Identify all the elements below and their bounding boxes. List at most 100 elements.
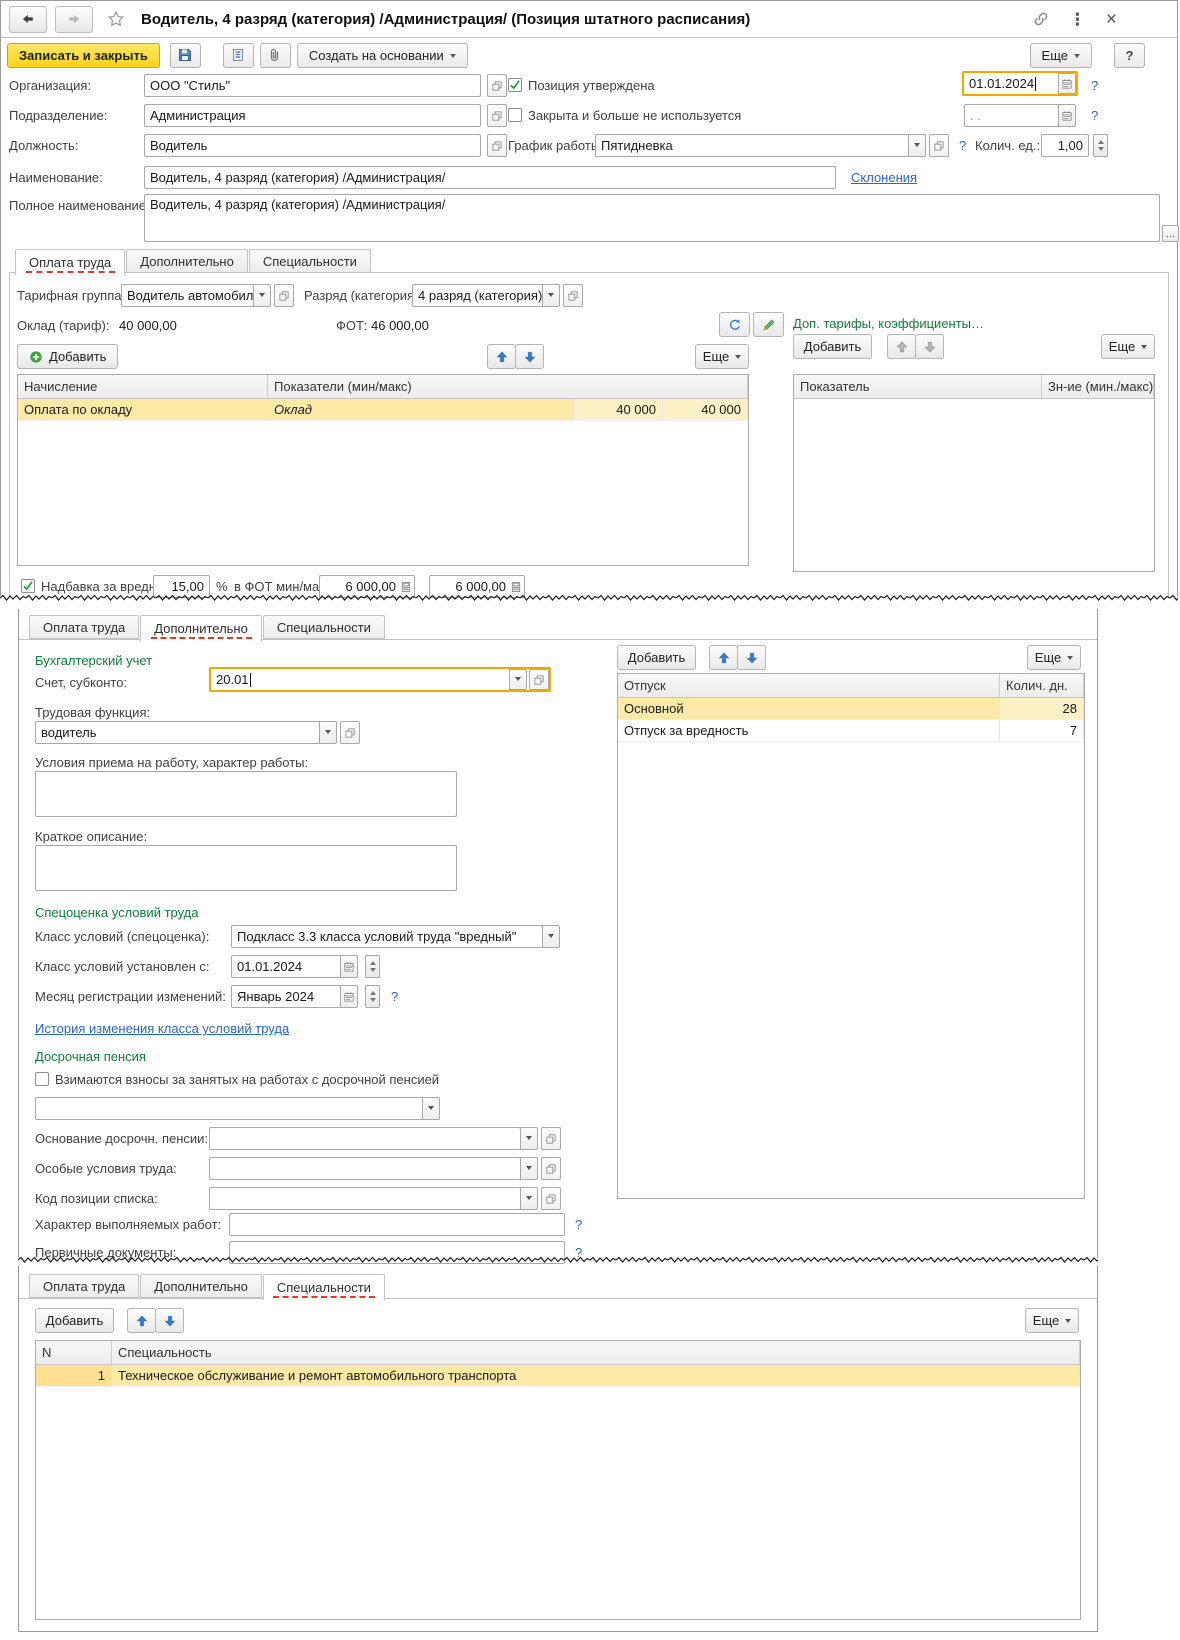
schedule-field[interactable]: Пятидневка xyxy=(595,134,949,157)
vacation-more-button[interactable]: Еще xyxy=(1027,645,1081,670)
table-row[interactable]: Оплата по окладу Оклад 40 000 40 000 xyxy=(18,399,748,421)
pension-basis-field[interactable] xyxy=(209,1127,561,1150)
special-conditions-field[interactable] xyxy=(209,1157,561,1180)
pension-checkbox[interactable] xyxy=(35,1072,49,1086)
job-function-value[interactable]: водитель xyxy=(35,721,320,744)
class-dropdown-button[interactable] xyxy=(542,925,560,948)
grade-open-button[interactable] xyxy=(563,284,583,307)
declensions-link[interactable]: Склонения xyxy=(851,170,917,185)
close-icon[interactable]: × xyxy=(1106,10,1117,29)
form-more-button[interactable]: Еще xyxy=(1029,42,1092,68)
short-description-textarea[interactable] xyxy=(35,845,457,891)
grade-field[interactable]: 4 разряд (категория) xyxy=(412,284,583,307)
vacations-table[interactable]: Отпуск Колич. дн. Основной 28 Отпуск за … xyxy=(617,673,1085,1199)
pension-kind-value[interactable] xyxy=(35,1097,423,1120)
closed-date-field[interactable]: . . xyxy=(964,104,1076,127)
closed-date-value[interactable]: . . xyxy=(964,104,1059,127)
tab-specialties[interactable]: Специальности xyxy=(248,249,371,273)
extra-tariffs-title[interactable]: Доп. тарифы, коэффициенты… xyxy=(793,316,984,331)
tab-pay[interactable]: Оплата труда xyxy=(15,249,126,275)
special-conditions-dropdown-button[interactable] xyxy=(520,1157,538,1180)
qty-field[interactable]: 1,00 xyxy=(1041,134,1089,157)
specialties-table[interactable]: N Специальность 1 Техническое обслуживан… xyxy=(35,1340,1081,1620)
class-field[interactable]: Подкласс 3.3 класса условий труда "вредн… xyxy=(231,925,560,948)
calculator-icon[interactable] xyxy=(510,581,522,593)
tab-pay[interactable]: Оплата труда xyxy=(29,615,140,639)
favorite-star-icon[interactable] xyxy=(107,10,125,28)
tariff-group-value[interactable]: Водитель автомобиля xyxy=(121,284,254,307)
table-row[interactable]: Отпуск за вредность 7 xyxy=(618,720,1084,742)
vacation-add-button[interactable]: Добавить xyxy=(617,645,696,670)
hazard-percent-field[interactable]: 15,00 xyxy=(153,575,210,598)
forward-button[interactable] xyxy=(55,5,93,33)
work-nature-field[interactable] xyxy=(229,1213,565,1236)
primary-docs-help-icon[interactable]: ? xyxy=(575,1245,582,1260)
col-days[interactable]: Колич. дн. xyxy=(1000,674,1084,697)
tab-additional[interactable]: Дополнительно xyxy=(140,1274,262,1298)
closed-checkbox[interactable] xyxy=(508,108,522,122)
closed-help-icon[interactable]: ? xyxy=(1091,108,1098,123)
dept-field[interactable]: Администрация xyxy=(144,104,481,127)
schedule-open-button[interactable] xyxy=(929,134,949,157)
list-position-code-dropdown-button[interactable] xyxy=(520,1187,538,1210)
position-field[interactable]: Водитель xyxy=(144,134,481,157)
position-open-button[interactable] xyxy=(487,134,507,157)
pension-kind-dropdown-button[interactable] xyxy=(422,1097,440,1120)
tab-additional[interactable]: Дополнительно xyxy=(140,615,262,641)
table-row[interactable]: Основной 28 xyxy=(618,698,1084,720)
extra-move-down-button[interactable] xyxy=(915,334,944,359)
related-documents-button[interactable] xyxy=(222,42,254,68)
edit-button[interactable] xyxy=(753,312,784,337)
work-nature-help-icon[interactable]: ? xyxy=(575,1217,582,1232)
class-history-link[interactable]: История изменения класса условий труда xyxy=(35,1021,289,1036)
primary-docs-field[interactable] xyxy=(229,1241,565,1264)
pension-basis-value[interactable] xyxy=(209,1127,521,1150)
col-indicator[interactable]: Показатель xyxy=(794,375,1042,398)
special-conditions-value[interactable] xyxy=(209,1157,521,1180)
org-open-button[interactable] xyxy=(487,74,507,97)
accrual-add-button[interactable]: Добавить xyxy=(17,344,119,369)
list-position-code-open-button[interactable] xyxy=(541,1187,561,1210)
grade-value[interactable]: 4 разряд (категория) xyxy=(412,284,543,307)
extra-tariffs-table[interactable]: Показатель Зн-ие (мин./макс) xyxy=(793,374,1155,572)
name-field[interactable]: Водитель, 4 разряд (категория) /Админист… xyxy=(144,166,836,189)
vacation-move-down-button[interactable] xyxy=(737,645,766,670)
employment-terms-textarea[interactable] xyxy=(35,771,457,817)
list-position-code-value[interactable] xyxy=(209,1187,521,1210)
special-conditions-open-button[interactable] xyxy=(541,1157,561,1180)
tariff-group-dropdown-button[interactable] xyxy=(253,284,271,307)
recalculate-button[interactable] xyxy=(719,312,750,337)
col-indicators[interactable]: Показатели (мин/макс) xyxy=(268,375,748,398)
create-from-button[interactable]: Создать на основании xyxy=(296,42,468,68)
specialty-move-down-button[interactable] xyxy=(155,1308,184,1333)
specialty-add-button[interactable]: Добавить xyxy=(35,1308,114,1333)
list-position-code-field[interactable] xyxy=(209,1187,561,1210)
tariff-group-field[interactable]: Водитель автомобиля xyxy=(121,284,294,307)
org-field[interactable]: ООО "Стиль" xyxy=(144,74,481,97)
attachments-button[interactable] xyxy=(259,42,291,68)
reg-month-value[interactable]: Январь 2024 xyxy=(231,985,341,1008)
accrual-more-button[interactable]: Еще xyxy=(695,344,749,369)
specialty-more-button[interactable]: Еще xyxy=(1025,1308,1079,1333)
col-name[interactable]: Специальность xyxy=(112,1341,1080,1364)
extra-add-button[interactable]: Добавить xyxy=(793,334,872,359)
save-close-button[interactable]: Записать и закрыть xyxy=(7,42,160,68)
pension-basis-dropdown-button[interactable] xyxy=(520,1127,538,1150)
approved-calendar-button[interactable] xyxy=(1058,73,1076,94)
table-row[interactable]: 1 Техническое обслуживание и ремонт авто… xyxy=(36,1365,1080,1387)
approved-date-field[interactable]: 01.01.2024 xyxy=(962,71,1078,96)
tariff-group-open-button[interactable] xyxy=(274,284,294,307)
col-value[interactable]: Зн-ие (мин./макс) xyxy=(1042,375,1154,398)
account-open-button[interactable] xyxy=(529,669,549,690)
reg-month-help-icon[interactable]: ? xyxy=(391,989,398,1004)
help-button[interactable]: ? xyxy=(1114,42,1145,68)
pension-basis-open-button[interactable] xyxy=(541,1127,561,1150)
tab-additional[interactable]: Дополнительно xyxy=(126,249,248,273)
menu-dots-icon[interactable]: ⋮ xyxy=(1069,11,1086,28)
tab-specialties[interactable]: Специальности xyxy=(262,615,385,639)
tab-specialties[interactable]: Специальности xyxy=(262,1274,385,1300)
accrual-move-up-button[interactable] xyxy=(487,344,516,369)
get-link-icon[interactable] xyxy=(1033,11,1049,27)
specialty-move-up-button[interactable] xyxy=(127,1308,156,1333)
full-name-textarea[interactable]: Водитель, 4 разряд (категория) /Админист… xyxy=(144,194,1160,242)
